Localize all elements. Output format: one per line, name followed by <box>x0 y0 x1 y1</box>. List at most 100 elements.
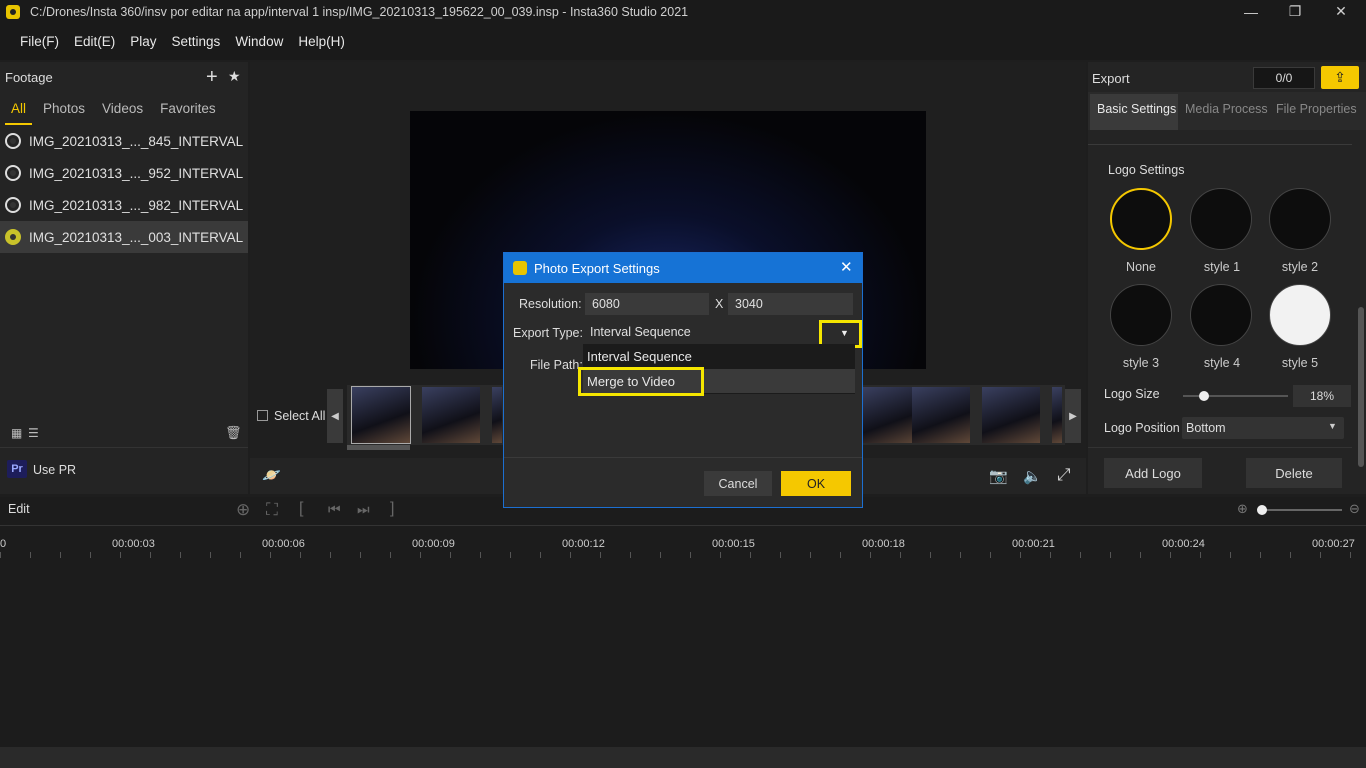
logo-style-4[interactable] <box>1190 284 1252 346</box>
logo-size-label: Logo Size <box>1104 387 1160 401</box>
export-upload-button[interactable]: ⇪ <box>1321 66 1359 89</box>
file-name: IMG_20210313_..._952_INTERVAL <box>29 165 244 181</box>
zoom-in-icon[interactable]: ⊕ <box>1237 501 1248 517</box>
logo-style-2[interactable] <box>1269 188 1331 250</box>
timeline-tick: 00:00:15 <box>712 538 755 550</box>
timeline-tick: 00:00:09 <box>412 538 455 550</box>
fullscreen-icon[interactable]: ⤢ <box>1057 465 1071 485</box>
minimize-button[interactable]: — <box>1228 0 1274 23</box>
ok-button[interactable]: OK <box>781 471 851 496</box>
menu-settings[interactable]: Settings <box>172 34 221 49</box>
logo-label: None <box>1126 260 1156 274</box>
photo-export-dialog: Photo Export Settings ✕ Resolution: 6080… <box>503 252 863 508</box>
tab-videos[interactable]: Videos <box>96 96 149 125</box>
cancel-button[interactable]: Cancel <box>704 471 772 496</box>
use-pr-label[interactable]: Use PR <box>33 463 76 477</box>
menu-window[interactable]: Window <box>235 34 283 49</box>
file-item[interactable]: IMG_20210313_..._845_INTERVAL <box>0 125 248 157</box>
thumbnail[interactable] <box>1052 387 1062 443</box>
menu-play[interactable]: Play <box>130 34 156 49</box>
skip-back-icon[interactable]: ⏮ <box>328 501 341 518</box>
tab-all[interactable]: All <box>5 96 33 125</box>
timeline-tick: 00:00:21 <box>1012 538 1055 550</box>
file-item[interactable]: IMG_20210313_..._952_INTERVAL <box>0 157 248 189</box>
thumbs-next-button[interactable]: ▶ <box>1065 389 1081 443</box>
logo-position-value: Bottom <box>1186 421 1226 435</box>
menu-file[interactable]: File(F) <box>20 34 59 49</box>
add-icon[interactable]: + <box>206 66 218 89</box>
select-all-label: Select All <box>274 409 326 423</box>
camera-icon[interactable]: 📷 <box>989 467 1008 485</box>
file-item[interactable]: IMG_20210313_..._982_INTERVAL <box>0 189 248 221</box>
file-path-label: File Path: <box>530 358 583 372</box>
thumbnail[interactable] <box>982 387 1040 443</box>
select-all-checkbox[interactable] <box>257 410 268 421</box>
close-button[interactable]: ✕ <box>1318 0 1364 23</box>
thumbnail[interactable] <box>422 387 480 443</box>
logo-none[interactable] <box>1110 188 1172 250</box>
menu-help[interactable]: Help(H) <box>298 34 345 49</box>
file-name: IMG_20210313_..._845_INTERVAL <box>29 133 244 149</box>
grid-view-icon[interactable]: ▦ <box>11 426 22 440</box>
tab-media-process[interactable]: Media Process <box>1185 102 1268 116</box>
keyframe-target-icon[interactable]: ⊕ <box>236 500 250 520</box>
favorite-folder-icon[interactable]: ★ <box>228 68 241 85</box>
logo-style-1[interactable] <box>1190 188 1252 250</box>
delete-logo-button[interactable]: Delete <box>1246 458 1342 488</box>
resolution-height-input[interactable]: 3040 <box>728 293 853 315</box>
volume-icon[interactable]: 🔈 <box>1023 467 1042 485</box>
app-logo-icon <box>513 261 527 275</box>
export-count: 0/0 <box>1253 67 1315 89</box>
timeline-zoom-slider[interactable] <box>1262 509 1342 511</box>
timeline-title: Edit <box>8 502 30 516</box>
status-strip <box>0 747 1366 768</box>
thumbnail[interactable] <box>912 387 970 443</box>
window-title: C:/Drones/Insta 360/insv por editar na a… <box>30 4 689 19</box>
tab-photos[interactable]: Photos <box>37 96 91 125</box>
export-title: Export <box>1092 71 1130 86</box>
export-panel-scrollbar[interactable] <box>1358 307 1364 467</box>
logo-label: style 2 <box>1281 260 1319 274</box>
export-type-select[interactable]: Interval Sequence <box>583 321 855 343</box>
logo-position-select[interactable]: Bottom ▼ <box>1182 417 1344 439</box>
add-logo-button[interactable]: Add Logo <box>1104 458 1202 488</box>
timeline-tick: 0 <box>0 538 7 550</box>
tab-file-properties[interactable]: File Properties <box>1276 102 1357 116</box>
tab-basic-settings[interactable]: Basic Settings <box>1097 102 1176 116</box>
timeline-tick: 00:00:27 <box>1312 538 1355 550</box>
logo-size-value[interactable]: 18% <box>1293 385 1351 407</box>
app-logo-icon <box>6 4 20 19</box>
logo-style-5[interactable] <box>1269 284 1331 346</box>
file-item-selected[interactable]: IMG_20210313_..._003_INTERVAL <box>0 221 248 253</box>
resolution-width-input[interactable]: 6080 <box>585 293 709 315</box>
track-icon[interactable]: ⛶ <box>266 500 278 520</box>
logo-style-3[interactable] <box>1110 284 1172 346</box>
dialog-close-icon[interactable]: ✕ <box>840 258 853 276</box>
thumbs-prev-button[interactable]: ◀ <box>327 389 343 443</box>
chevron-down-icon: ▼ <box>1328 421 1337 431</box>
skip-forward-icon[interactable]: ⏭ <box>357 501 370 518</box>
premiere-pro-icon: Pr <box>7 460 27 478</box>
export-type-value: Interval Sequence <box>590 325 691 339</box>
thumbnail[interactable] <box>351 386 411 444</box>
merge-option-highlight <box>578 367 704 396</box>
trim-start-icon[interactable]: [ <box>299 500 303 518</box>
tab-favorites[interactable]: Favorites <box>154 96 222 125</box>
timeline-panel <box>0 497 1366 747</box>
insp-file-icon <box>5 133 21 149</box>
timeline-ruler[interactable] <box>0 552 1366 558</box>
trash-icon[interactable]: 🗑 <box>225 425 242 441</box>
logo-size-slider-handle[interactable] <box>1199 391 1209 401</box>
export-panel: Export 0/0 ⇪ Basic Settings Media Proces… <box>1088 62 1366 494</box>
option-interval-sequence[interactable]: Interval Sequence <box>583 344 855 368</box>
menu-edit[interactable]: Edit(E) <box>74 34 115 49</box>
planet-view-icon[interactable]: 🪐 <box>262 466 281 484</box>
list-view-icon[interactable]: ☰ <box>28 426 39 440</box>
timeline-zoom-handle[interactable] <box>1257 505 1267 515</box>
trim-end-icon[interactable]: ] <box>390 500 394 518</box>
restore-button[interactable]: ❐ <box>1272 0 1318 23</box>
zoom-out-icon[interactable]: ⊖ <box>1349 501 1360 517</box>
thumbs-scrollbar[interactable] <box>347 445 410 450</box>
file-name: IMG_20210313_..._982_INTERVAL <box>29 197 244 213</box>
thumbnail[interactable] <box>492 387 502 443</box>
